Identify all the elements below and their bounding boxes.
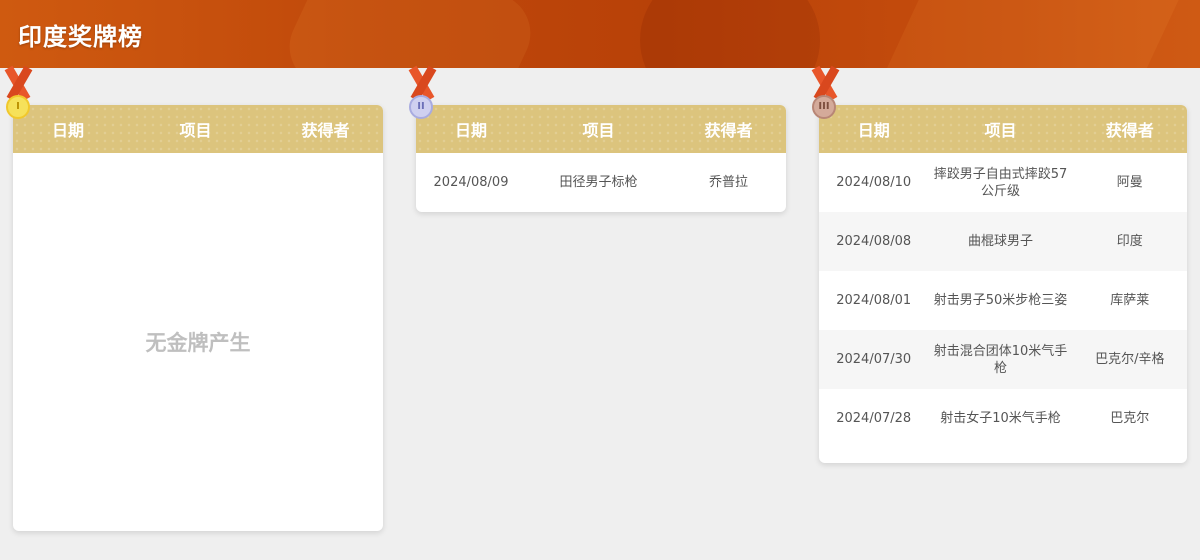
gold-medal-card: 日期 项目 获得者 无金牌产生: [13, 105, 383, 531]
date-cell: 2024/07/28: [836, 411, 912, 426]
date-cell: 2024/08/01: [836, 293, 912, 308]
header-decoration: [640, 0, 820, 68]
silver-table-header: 日期 项目 获得者: [416, 105, 786, 153]
date-cell: 2024/08/09: [433, 174, 509, 190]
date-column-header: 日期: [454, 121, 487, 140]
header-decoration: [872, 0, 1188, 68]
event-cell: 摔跤男子自由式摔跤57公斤级: [933, 166, 1068, 199]
silver-medal-icon: II: [409, 95, 433, 119]
header-bar: 印度奖牌榜: [0, 0, 1200, 68]
gold-table-header: 日期 项目 获得者: [13, 105, 383, 153]
table-row: 2024/08/10 摔跤男子自由式摔跤57公斤级 阿曼: [819, 153, 1187, 212]
event-cell: 射击男子50米步枪三姿: [933, 293, 1068, 308]
header-decoration: [276, 0, 544, 68]
event-cell: 田径男子标枪: [559, 174, 638, 190]
bronze-table-header: 日期 项目 获得者: [819, 105, 1187, 153]
winner-cell: 巴克尔/辛格: [1095, 352, 1165, 367]
event-cell: 射击混合团体10米气手枪: [933, 343, 1068, 376]
winner-cell: 乔普拉: [708, 174, 748, 190]
winner-cell: 阿曼: [1116, 175, 1143, 190]
event-column-header: 项目: [984, 121, 1017, 140]
date-cell: 2024/07/30: [836, 352, 912, 367]
table-row: 2024/08/01 射击男子50米步枪三姿 库萨莱: [819, 271, 1187, 330]
silver-medal-card: 日期 项目 获得者 2024/08/09 田径男子标枪 乔普拉: [416, 105, 786, 212]
table-row: 2024/08/08 曲棍球男子 印度: [819, 212, 1187, 271]
page-title: 印度奖牌榜: [18, 23, 143, 51]
gold-medal-icon: I: [6, 95, 30, 119]
date-cell: 2024/08/08: [836, 234, 912, 249]
bronze-medal-icon: III: [812, 95, 836, 119]
table-row: 2024/07/30 射击混合团体10米气手枪 巴克尔/辛格: [819, 330, 1187, 389]
winner-column-header: 获得者: [301, 121, 350, 140]
no-gold-message: 无金牌产生: [145, 331, 251, 355]
event-cell: 曲棍球男子: [968, 234, 1034, 249]
winner-cell: 库萨莱: [1110, 293, 1150, 308]
table-row: 2024/08/09 田径男子标枪 乔普拉: [416, 153, 786, 211]
silver-table-body: 2024/08/09 田径男子标枪 乔普拉: [416, 153, 786, 211]
date-cell: 2024/08/10: [836, 175, 912, 190]
table-row: 2024/07/28 射击女子10米气手枪 巴克尔: [819, 389, 1187, 448]
date-column-header: 日期: [51, 121, 84, 140]
event-column-header: 项目: [582, 121, 615, 140]
winner-cell: 巴克尔: [1110, 411, 1150, 426]
bronze-table-body: 2024/08/10 摔跤男子自由式摔跤57公斤级 阿曼 2024/08/08 曲棍球男…: [819, 153, 1187, 448]
date-column-header: 日期: [857, 121, 890, 140]
event-column-header: 项目: [179, 121, 212, 140]
bronze-medal-card: 日期 项目 获得者 2024/08/10 摔跤男子自由式摔跤57公斤级 阿曼 2024…: [819, 105, 1187, 463]
event-cell: 射击女子10米气手枪: [940, 411, 1061, 426]
winner-column-header: 获得者: [704, 121, 753, 140]
winner-column-header: 获得者: [1105, 121, 1154, 140]
winner-cell: 印度: [1116, 234, 1143, 249]
